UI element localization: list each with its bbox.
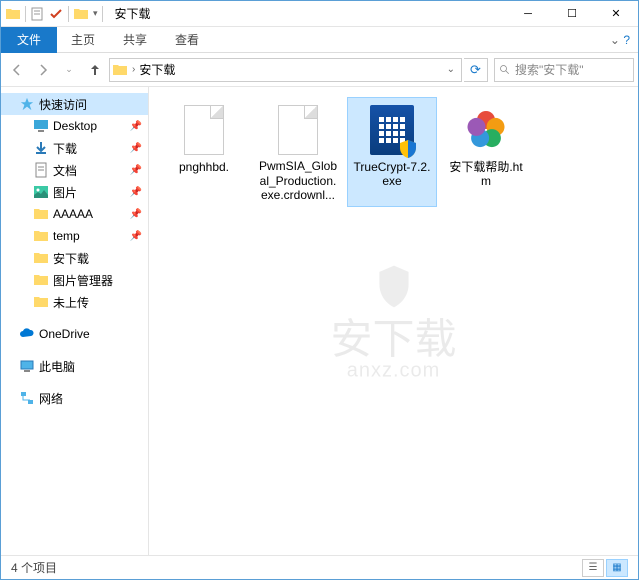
file-item[interactable]: pnghhbd. xyxy=(159,97,249,207)
file-name: pnghhbd. xyxy=(179,160,229,174)
file-item[interactable]: TrueCrypt-7.2.exe xyxy=(347,97,437,207)
sidebar-item[interactable]: Desktop 📌 xyxy=(1,115,148,137)
watermark: 安下载 anxz.com xyxy=(330,262,456,381)
sidebar-item[interactable]: 下载 📌 xyxy=(1,137,148,159)
maximize-button[interactable]: ☐ xyxy=(550,1,594,27)
tab-share[interactable]: 共享 xyxy=(109,27,161,53)
sidebar-item-label: 下载 xyxy=(53,140,77,157)
refresh-button[interactable]: ⟳ xyxy=(464,58,488,82)
sidebar-item-label: 图片管理器 xyxy=(53,272,113,289)
details-view-button[interactable]: ☰ xyxy=(582,559,604,577)
tab-home[interactable]: 主页 xyxy=(57,27,109,53)
up-button[interactable] xyxy=(83,58,107,82)
sidebar-item-label: Desktop xyxy=(53,119,97,133)
pin-icon: 📌 xyxy=(130,143,142,154)
star-icon xyxy=(19,96,35,112)
address-field[interactable]: › 安下载 ⌄ xyxy=(109,58,462,82)
sidebar-item-label: 图片 xyxy=(53,184,77,201)
sidebar-item[interactable]: 文档 📌 xyxy=(1,159,148,181)
properties-icon[interactable] xyxy=(30,6,46,22)
network-icon xyxy=(19,390,35,406)
search-icon xyxy=(499,64,511,76)
window-title: 安下载 xyxy=(115,5,151,22)
navigation-pane: 快速访问 Desktop 📌 下载 📌 文档 📌 图片 📌 AAAAA 📌 temp 📌 安下载图片管理… xyxy=(1,87,149,555)
status-bar: 4 个项目 ☰ ▦ xyxy=(1,555,638,579)
file-icon xyxy=(368,102,416,158)
sidebar-item[interactable]: 图片 📌 xyxy=(1,181,148,203)
sidebar-item-label: 未上传 xyxy=(53,294,89,311)
titlebar: ▾ 安下载 ─ ☐ ✕ xyxy=(1,1,638,27)
file-list[interactable]: 安下载 anxz.com pnghhbd. PwmSIA_Global_Produ… xyxy=(149,87,638,555)
ribbon-expand-icon[interactable]: ⌄ ? xyxy=(602,33,638,47)
file-icon xyxy=(274,102,322,157)
nav-this-pc[interactable]: 此电脑 xyxy=(1,355,148,377)
folder-icon xyxy=(33,250,49,266)
search-placeholder: 搜索"安下载" xyxy=(515,61,584,78)
file-icon xyxy=(180,102,228,158)
folder-icon xyxy=(112,62,128,78)
pin-icon: 📌 xyxy=(130,187,142,198)
folder-icon xyxy=(33,228,49,244)
pin-icon: 📌 xyxy=(130,231,142,242)
sidebar-item-label: AAAAA xyxy=(53,207,93,221)
tab-file[interactable]: 文件 xyxy=(1,27,57,53)
folder-icon xyxy=(33,272,49,288)
folder-icon xyxy=(5,6,21,22)
ribbon: 文件 主页 共享 查看 ⌄ ? xyxy=(1,27,638,53)
pin-icon: 📌 xyxy=(130,209,142,220)
sidebar-item[interactable]: 安下载 xyxy=(1,247,148,269)
nav-quick-access[interactable]: 快速访问 xyxy=(1,93,148,115)
check-icon[interactable] xyxy=(48,6,64,22)
breadcrumb-current[interactable]: 安下载 xyxy=(139,61,175,78)
address-dropdown-icon[interactable]: ⌄ xyxy=(443,64,459,75)
download-icon xyxy=(33,140,49,156)
pin-icon: 📌 xyxy=(130,165,142,176)
sidebar-item[interactable]: 图片管理器 xyxy=(1,269,148,291)
picture-icon xyxy=(33,184,49,200)
desktop-icon xyxy=(33,118,49,134)
sidebar-item[interactable]: 未上传 xyxy=(1,291,148,313)
file-item[interactable]: PwmSIA_Global_Production.exe.crdownl... xyxy=(253,97,343,207)
doc-icon xyxy=(33,162,49,178)
status-item-count: 4 个项目 xyxy=(11,559,57,576)
icons-view-button[interactable]: ▦ xyxy=(606,559,628,577)
minimize-button[interactable]: ─ xyxy=(506,1,550,27)
sidebar-item[interactable]: temp 📌 xyxy=(1,225,148,247)
chevron-right-icon[interactable]: › xyxy=(132,64,135,75)
file-name: TrueCrypt-7.2.exe xyxy=(352,160,432,189)
quick-access-toolbar: ▾ xyxy=(1,6,109,22)
qat-dropdown-icon[interactable]: ▾ xyxy=(93,8,98,19)
file-name: PwmSIA_Global_Production.exe.crdownl... xyxy=(258,159,338,202)
recent-dropdown-icon[interactable]: ⌄ xyxy=(57,58,81,82)
nav-network[interactable]: 网络 xyxy=(1,387,148,409)
search-input[interactable]: 搜索"安下载" xyxy=(494,58,634,82)
close-button[interactable]: ✕ xyxy=(594,1,638,27)
folder-icon xyxy=(33,294,49,310)
file-icon xyxy=(462,102,510,158)
sidebar-item-label: 安下载 xyxy=(53,250,89,267)
pc-icon xyxy=(19,358,35,374)
cloud-icon xyxy=(19,326,35,342)
pin-icon: 📌 xyxy=(130,121,142,132)
file-name: 安下载帮助.htm xyxy=(446,160,526,189)
sidebar-item-label: temp xyxy=(53,229,80,243)
sidebar-item[interactable]: AAAAA 📌 xyxy=(1,203,148,225)
folder-icon xyxy=(73,6,89,22)
folder-icon xyxy=(33,206,49,222)
tab-view[interactable]: 查看 xyxy=(161,27,213,53)
back-button[interactable] xyxy=(5,58,29,82)
nav-onedrive[interactable]: OneDrive xyxy=(1,323,148,345)
sidebar-item-label: 文档 xyxy=(53,162,77,179)
forward-button[interactable] xyxy=(31,58,55,82)
file-item[interactable]: 安下载帮助.htm xyxy=(441,97,531,207)
address-bar: ⌄ › 安下载 ⌄ ⟳ 搜索"安下载" xyxy=(1,53,638,87)
